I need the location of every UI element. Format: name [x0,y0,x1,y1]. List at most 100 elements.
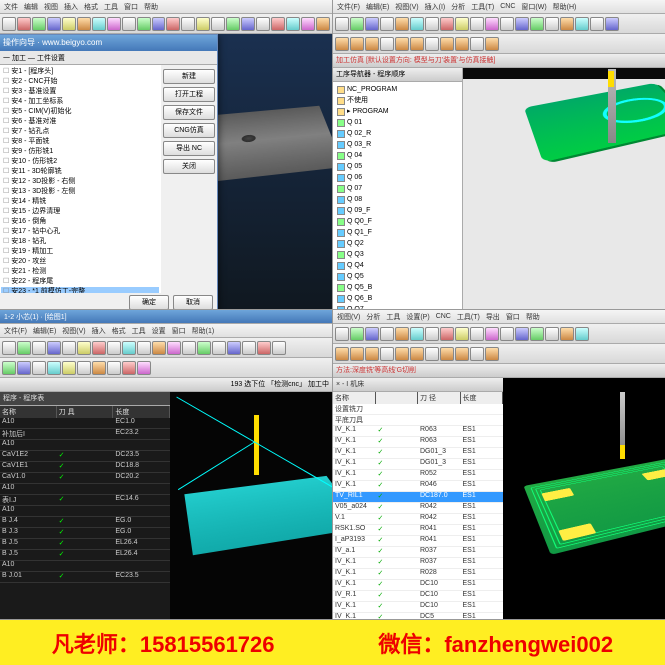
calc-button[interactable]: CNG仿真 [163,123,215,138]
nav-tree-tr[interactable]: 工序导航器 - 程序顺序 NC_PROGRAM 不使用 ▸ PROGRAM Q … [333,68,463,309]
menu-item[interactable]: 文件(F) [4,326,27,336]
tree-item[interactable]: 安17 - 钻中心孔 [1,227,159,237]
tree-node[interactable]: Q 06 [335,172,460,183]
menu-item[interactable]: 插入 [64,2,78,12]
menu-item[interactable]: 窗口(W) [521,2,546,12]
table-row[interactable]: IV_K.1✓R028ES1 [333,569,503,580]
table-row[interactable]: IV_K.1✓R063ES1 [333,437,503,448]
menu-item[interactable]: 导出 [486,312,500,322]
table-row[interactable]: CaV1.0✓DC20.2 [0,473,170,484]
tree-node[interactable]: Q Q2 [335,238,460,249]
new-button[interactable]: 新建 [163,69,215,84]
menu-item[interactable]: 视图(V) [62,326,85,336]
tree-node[interactable]: Q 05 [335,161,460,172]
table-row[interactable]: IV_K.1✓DG01_3ES1 [333,459,503,470]
table-row[interactable]: IV_K.1✓R037ES1 [333,558,503,569]
menu-item[interactable]: 设置 [152,326,166,336]
table-row[interactable]: A10 [0,561,170,572]
toolbar-bl-1[interactable] [0,338,332,358]
tree-node[interactable]: Q 08 [335,194,460,205]
menu-item[interactable]: 帮助 [526,312,540,322]
tree-node[interactable]: Q Q5 [335,271,460,282]
cancel-button[interactable]: 取消 [173,295,213,309]
tree-item[interactable]: 安10 - 仿形铣2 [1,157,159,167]
table-row[interactable]: IV_a.1✓R037ES1 [333,547,503,558]
tree-item[interactable]: 安21 - 检测 [1,267,159,277]
toolbar-tr-2[interactable] [333,34,665,54]
table-row[interactable]: 设置铣刀 [333,404,503,415]
tree-item[interactable]: 安20 - 攻丝 [1,257,159,267]
menu-item[interactable]: 编辑(E) [33,326,56,336]
menu-item[interactable]: 编辑 [24,2,38,12]
operation-tree[interactable]: 安1 - [程序头]安2 - CNC开始安3 - 基准设置安4 - 加工坐标系安… [0,65,161,293]
tree-item[interactable]: 安14 - 精铣 [1,197,159,207]
tree-item[interactable]: 安19 - 精加工 [1,247,159,257]
table-row[interactable]: TV_RIL1✓DC187.0ES1 [333,492,503,503]
open-button[interactable]: 打开工程 [163,87,215,102]
menu-item[interactable]: CNC [500,3,515,10]
tree-node[interactable]: Q 02_R [335,128,460,139]
table-row[interactable]: V.1✓R042ES1 [333,514,503,525]
menu-item[interactable]: 视图(V) [395,2,418,12]
menu-item[interactable]: 文件(F) [337,2,360,12]
menu-item[interactable]: 帮助(1) [192,326,215,336]
tree-item[interactable]: 安4 - 加工坐标系 [1,97,159,107]
tree-node[interactable]: Q Q1_F [335,227,460,238]
table-row[interactable]: A10 [0,506,170,517]
program-table-bl[interactable]: 程序 - 程序表 名称刀 具长度 A10EC1.0补加后IEC23.2A10Ca… [0,392,170,619]
toolbar-br-2[interactable] [333,344,665,364]
viewport-tl[interactable]: 操作向导 · www.beigyo.com 一 加工 — 工件设置 安1 - [… [0,34,332,309]
table-row[interactable]: CaV1E2✓DC23.5 [0,451,170,462]
menubar-tr[interactable]: 文件(F)编辑(E)视图(V)插入(I)分析工具(T)CNC窗口(W)帮助(H) [333,0,665,14]
tree-node[interactable]: Q 07 [335,183,460,194]
tool-table-br[interactable]: × - I 机床 名称刀 径长度 设置铣刀平底刀具IV_K.1✓R063ES1I… [333,378,503,619]
viewport-bl[interactable] [170,392,332,619]
toolbar-bl-2[interactable] [0,358,332,378]
table-row[interactable]: I_aP3193✓R041ES1 [333,536,503,547]
menu-item[interactable]: 插入 [92,326,106,336]
tree-item[interactable]: 安7 - 钻孔点 [1,127,159,137]
toolbar-tl[interactable] [0,14,332,34]
menu-item[interactable]: 编辑(E) [366,2,389,12]
table-row[interactable]: IV_K.1✓DC10ES1 [333,580,503,591]
table-row[interactable]: IV_R.1✓DC10ES1 [333,591,503,602]
table-row[interactable]: B J.5✓EL26.4 [0,550,170,561]
menu-item[interactable]: 窗口 [172,326,186,336]
tree-node[interactable]: Q Q0_F [335,216,460,227]
table-row[interactable]: A10 [0,484,170,495]
table-row[interactable]: IV_K.1✓DC10ES1 [333,602,503,613]
wizard-dialog[interactable]: 操作向导 · www.beigyo.com 一 加工 — 工件设置 安1 - [… [0,34,218,309]
save-button[interactable]: 保存文件 [163,105,215,120]
export-button[interactable]: 导出 NC [163,141,215,156]
table-row[interactable]: RSK1.SO✓R041ES1 [333,525,503,536]
tree-node[interactable]: Q Q4 [335,260,460,271]
tree-node[interactable]: Q 04 [335,150,460,161]
table-row[interactable]: IV_K.1✓DG01_3ES1 [333,448,503,459]
tree-item[interactable]: 安18 - 钻孔 [1,237,159,247]
menu-item[interactable]: 工具 [386,312,400,322]
tree-node[interactable]: Q 09_F [335,205,460,216]
toolbar-br-1[interactable] [333,324,665,344]
table-row[interactable]: IV_K.1✓R063ES1 [333,426,503,437]
tree-node[interactable]: Q Q5_B [335,282,460,293]
table-row[interactable]: 平底刀具 [333,415,503,426]
table-row[interactable]: 表I.J✓EC14.6 [0,495,170,506]
table-row[interactable]: IV_K.1✓R052ES1 [333,470,503,481]
table-row[interactable]: IV_K.1✓DC5ES1 [333,613,503,619]
tree-node[interactable]: Q Q3 [335,249,460,260]
tree-item[interactable]: 安5 - CIM(V)初始化 [1,107,159,117]
tree-item[interactable]: 安3 - 基准设置 [1,87,159,97]
table-row[interactable]: B J.5✓EL26.4 [0,539,170,550]
tree-item[interactable]: 安1 - [程序头] [1,67,159,77]
tree-node[interactable]: Q 03_R [335,139,460,150]
table-row[interactable]: CaV1E1✓DC18.8 [0,462,170,473]
viewport-br[interactable] [503,378,665,619]
tree-item[interactable]: 安8 - 平面铣 [1,137,159,147]
tree-node[interactable]: Q Q7 [335,304,460,309]
table-row[interactable]: A10 [0,440,170,451]
menu-item[interactable]: 文件 [4,2,18,12]
menu-item[interactable]: 分析 [451,2,465,12]
menu-item[interactable]: 工具(T) [471,2,494,12]
viewport-tr[interactable] [463,68,665,79]
menu-item[interactable]: 格式 [84,2,98,12]
